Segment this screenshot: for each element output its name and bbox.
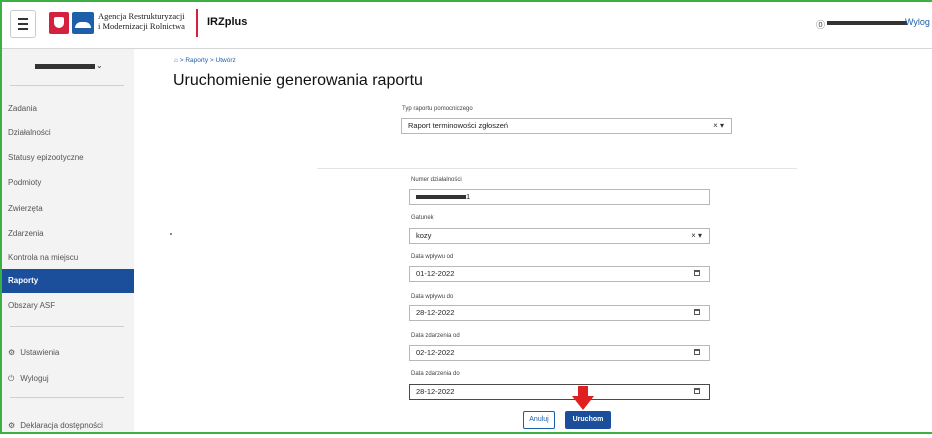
- received-from-label: Data wpływu od: [411, 254, 454, 260]
- sidebar-item-raporty[interactable]: Raporty: [0, 269, 134, 293]
- report-type-value: Raport terminowości zgłoszeń: [408, 121, 509, 130]
- event-to-label: Data zdarzenia do: [411, 371, 460, 377]
- sidebar-divider: [10, 85, 124, 86]
- activity-number-input[interactable]: 1: [409, 189, 710, 205]
- power-icon: ⏻: [8, 374, 15, 383]
- sidebar-item-obszary-asf[interactable]: Obszary ASF: [0, 294, 134, 318]
- sidebar-item-label: Wyloguj: [20, 374, 49, 383]
- chevron-down-icon[interactable]: ⌄: [96, 61, 103, 70]
- calendar-icon[interactable]: [694, 270, 700, 276]
- agency-name: Agencja Restrukturyzacji i Modernizacji …: [98, 11, 185, 31]
- sidebar-item-zadania[interactable]: Zadania: [0, 97, 134, 121]
- received-from-value: 01-12-2022: [416, 269, 455, 278]
- breadcrumb-path[interactable]: > Raporty > Utwórz: [180, 57, 236, 64]
- menu-icon[interactable]: [10, 10, 36, 38]
- poland-emblem-logo: [49, 12, 69, 34]
- sidebar-item-statusy[interactable]: Statusy epizootyczne: [0, 146, 134, 170]
- clear-icon[interactable]: ×: [691, 231, 696, 240]
- sidebar-item-label: Ustawienia: [20, 348, 60, 357]
- activity-number-label: Numer działalności: [411, 177, 462, 183]
- accessibility-icon: ⚙: [8, 421, 16, 430]
- sidebar-user-redacted: [35, 64, 95, 69]
- received-to-label: Data wpływu do: [411, 294, 454, 300]
- sidebar-item-label: Deklaracja dostępności: [20, 421, 103, 430]
- gear-icon: ⚙: [8, 348, 16, 357]
- species-value: kozy: [416, 231, 432, 240]
- received-to-date-input[interactable]: 28-12-2022: [409, 305, 710, 321]
- chevron-down-icon[interactable]: ▾: [720, 121, 724, 130]
- header-divider: [196, 9, 198, 37]
- screenshot-frame: [0, 0, 932, 434]
- annotation-arrow-icon: [572, 386, 594, 410]
- received-to-value: 28-12-2022: [416, 308, 455, 317]
- breadcrumb: ⌂ > Raporty > Utwórz: [174, 57, 236, 64]
- activity-number-redacted: [416, 195, 466, 200]
- top-header: Agencja Restrukturyzacji i Modernizacji …: [0, 0, 932, 49]
- sidebar-item-zdarzenia[interactable]: Zdarzenia: [0, 222, 134, 246]
- event-to-date-input[interactable]: 28-12-2022: [409, 384, 710, 400]
- event-to-value: 28-12-2022: [416, 387, 455, 396]
- sidebar-item-accessibility[interactable]: ⚙ Deklaracja dostępności: [0, 414, 134, 438]
- calendar-icon[interactable]: [694, 388, 700, 394]
- page-title: Uruchomienie generowania raportu: [173, 72, 423, 89]
- activity-number-suffix: 1: [466, 192, 471, 201]
- calendar-icon[interactable]: [694, 349, 700, 355]
- event-from-label: Data zdarzenia od: [411, 333, 460, 339]
- calendar-icon[interactable]: [694, 309, 700, 315]
- species-select[interactable]: kozy × ▾: [409, 228, 710, 244]
- clear-icon[interactable]: ×: [713, 121, 718, 130]
- sidebar-item-podmioty[interactable]: Podmioty: [0, 171, 134, 195]
- user-name-redacted: [827, 21, 907, 25]
- run-button[interactable]: Uruchom: [565, 411, 611, 429]
- arimr-logo: [72, 12, 94, 34]
- agency-name-line2: i Modernizacji Rolnictwa: [98, 21, 185, 31]
- sidebar-item-kontrola[interactable]: Kontrola na miejscu: [0, 246, 134, 270]
- sidebar-item-dzialalnosci[interactable]: Działalności: [0, 121, 134, 145]
- report-type-controls[interactable]: × ▾: [713, 119, 724, 133]
- report-type-label: Typ raportu pomocniczego: [402, 106, 473, 112]
- sidebar-item-zwierzeta[interactable]: Zwierzęta: [0, 197, 134, 221]
- home-icon[interactable]: ⌂: [174, 57, 178, 64]
- species-label: Gatunek: [411, 215, 434, 221]
- cancel-button[interactable]: Anuluj: [523, 411, 555, 429]
- app-name: IRZplus: [207, 16, 248, 28]
- user-icon: ⓪: [816, 20, 826, 30]
- sidebar-item-settings[interactable]: ⚙ Ustawienia: [0, 341, 134, 365]
- sidebar-item-logout[interactable]: ⏻ Wyloguj: [0, 367, 134, 391]
- sidebar-divider: [10, 326, 124, 327]
- chevron-down-icon[interactable]: ▾: [698, 231, 702, 240]
- section-divider: [317, 168, 797, 169]
- sidebar-divider: [10, 397, 124, 398]
- header-logout-link[interactable]: Wylog: [905, 17, 930, 27]
- received-from-date-input[interactable]: 01-12-2022: [409, 266, 710, 282]
- report-type-select[interactable]: Raport terminowości zgłoszeń × ▾: [401, 118, 732, 134]
- event-from-date-input[interactable]: 02-12-2022: [409, 345, 710, 361]
- agency-name-line1: Agencja Restrukturyzacji: [98, 11, 185, 21]
- species-controls[interactable]: × ▾: [691, 229, 702, 243]
- event-from-value: 02-12-2022: [416, 348, 455, 357]
- sidebar: ⌄ Zadania Działalności Statusy epizootyc…: [0, 49, 134, 434]
- stray-dot: [170, 233, 172, 235]
